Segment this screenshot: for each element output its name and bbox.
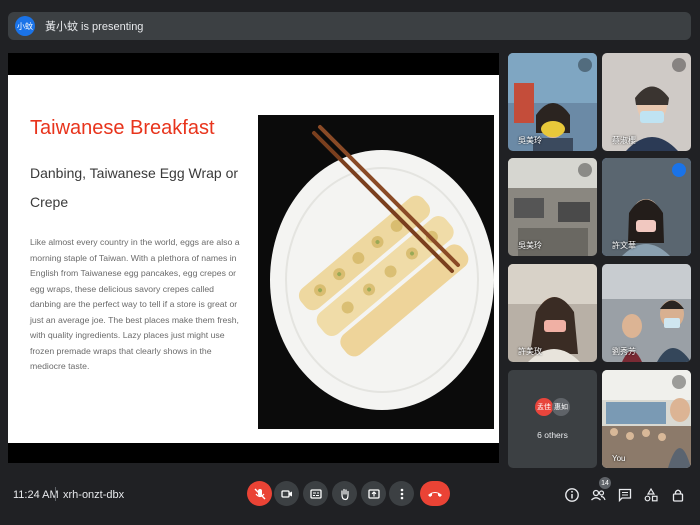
slide-body: Like almost every country in the world, … (30, 237, 240, 371)
participant-tile[interactable]: 蔡淑櫻 (602, 53, 691, 151)
raise-hand-icon (340, 488, 349, 500)
self-tile[interactable]: You (602, 370, 691, 468)
others-count: 6 others (537, 430, 568, 440)
captions-icon (309, 488, 322, 499)
camera-icon (280, 489, 292, 498)
activities-icon[interactable] (643, 487, 659, 503)
lock-icon[interactable] (670, 487, 686, 503)
slide-subtitle: Danbing, Taiwanese Egg Wrap or Crepe (30, 165, 239, 210)
slide-title: Taiwanese Breakfast (30, 117, 215, 139)
slide: Taiwanese Breakfast Danbing, Taiwanese E… (8, 75, 499, 443)
participant-name: 劉秀芳 (612, 347, 636, 356)
participant-tile[interactable]: 吳美玲 (508, 158, 597, 256)
people-icon[interactable] (590, 487, 606, 503)
captions-button[interactable] (303, 481, 328, 506)
mic-toggle-button[interactable] (247, 481, 272, 506)
raise-hand-button[interactable] (332, 481, 357, 506)
clock: 11:24 AM (13, 489, 59, 501)
egg-crepe-photo (258, 115, 494, 429)
divider (55, 487, 56, 501)
mic-off-icon (254, 488, 265, 499)
present-icon (367, 488, 380, 499)
meeting-code: xrh-onzt-dbx (63, 489, 125, 501)
participant-tile[interactable]: 許美玫 (508, 264, 597, 362)
others-tile[interactable]: 孟佳 惠如 6 others (508, 370, 597, 468)
participant-name: 吳美玲 (518, 136, 542, 145)
participant-tile-active-speaker[interactable]: 許文華 (602, 158, 691, 256)
end-call-button[interactable] (420, 481, 450, 506)
others-avatar: 孟佳 (535, 398, 553, 416)
mic-off-icon (578, 58, 592, 72)
mic-off-icon (672, 375, 686, 389)
participant-name: 許文華 (612, 241, 636, 250)
participant-count-badge: 14 (599, 477, 611, 489)
present-button[interactable] (361, 481, 386, 506)
end-call-icon (428, 491, 442, 497)
participant-tile[interactable]: 吳美玲 (508, 53, 597, 151)
presenter-bar: 小蚊 黃小蚊 is presenting (8, 12, 691, 40)
participant-tile[interactable]: 劉秀芳 (602, 264, 691, 362)
info-icon[interactable] (564, 487, 580, 503)
mic-off-icon (672, 58, 686, 72)
more-icon (400, 488, 403, 499)
more-options-button[interactable] (389, 481, 414, 506)
participant-name: 許美玫 (518, 347, 542, 356)
others-avatar: 惠如 (552, 398, 570, 416)
participant-name: 蔡淑櫻 (612, 136, 636, 145)
camera-button[interactable] (274, 481, 299, 506)
chat-icon[interactable] (617, 487, 633, 503)
speaking-indicator-icon (672, 163, 686, 177)
egg-crepe-illustration (270, 125, 494, 410)
presenter-avatar: 小蚊 (15, 16, 35, 36)
mic-off-icon (578, 163, 592, 177)
self-label: You (612, 454, 626, 463)
participant-name: 吳美玲 (518, 241, 542, 250)
presenting-label: 黃小蚊 is presenting (45, 21, 144, 33)
bottom-bar: 11:24 AM xrh-onzt-dbx 14 (0, 476, 700, 516)
presentation-stage[interactable]: Taiwanese Breakfast Danbing, Taiwanese E… (8, 53, 499, 463)
